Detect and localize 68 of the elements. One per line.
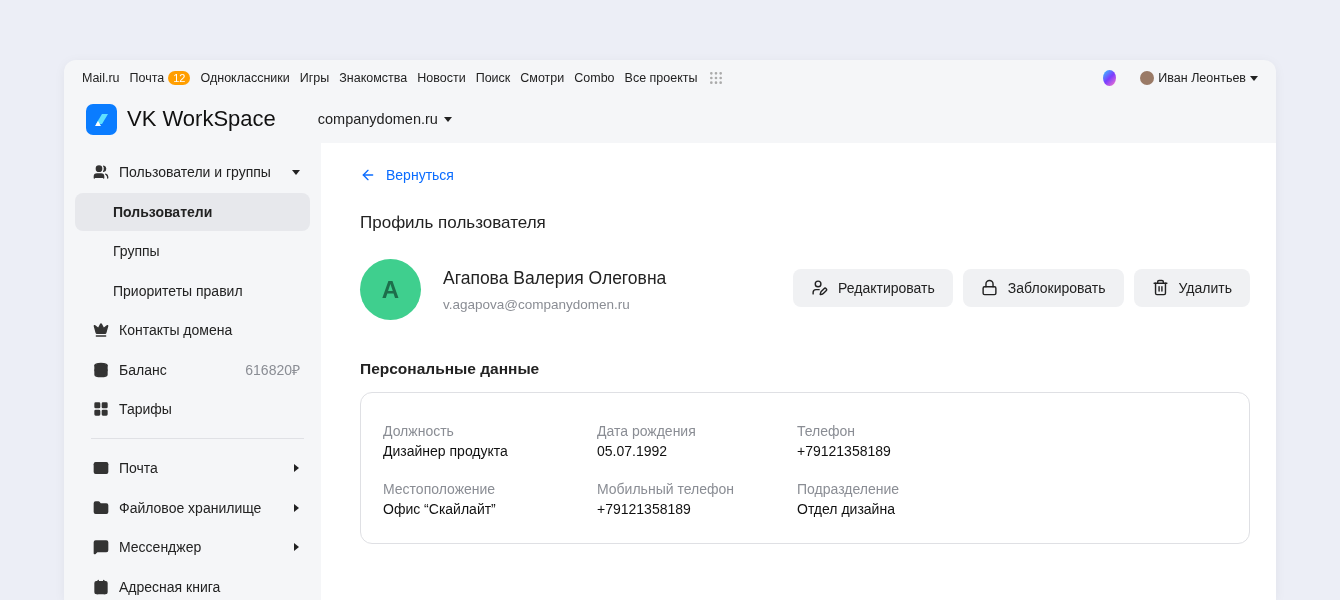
sidebar-item[interactable]: Мессенджер — [75, 528, 310, 566]
action-button[interactable]: Удалить — [1133, 268, 1250, 307]
action-icon — [811, 279, 829, 296]
caret-icon — [1250, 73, 1258, 82]
field-label: Мобильный телефон — [597, 481, 735, 497]
action-button[interactable]: Редактировать — [793, 268, 953, 307]
caret-icon — [443, 115, 452, 123]
field-value: +79121358189 — [597, 501, 692, 517]
portal-link[interactable]: Знакомства — [339, 70, 408, 85]
sidebar-item[interactable]: Пользователи и группы — [75, 153, 310, 191]
user-email: v.agapova@companydomen.ru — [443, 296, 631, 312]
field-label: Дата рождения — [597, 423, 697, 439]
user-menu-button[interactable]: Иван Леонтьев — [1140, 70, 1258, 85]
portal-link[interactable]: Новости — [417, 70, 466, 85]
field-value: 05.07.1992 — [597, 443, 669, 459]
caret-icon — [292, 543, 300, 551]
portal-link[interactable]: Почта 12 — [129, 70, 191, 85]
portal-link[interactable]: Все проекты — [624, 70, 698, 85]
domain-selector[interactable]: companydomen.ru — [311, 110, 458, 128]
sidebar-subitem[interactable]: Приоритеты правил — [75, 271, 310, 310]
field-value: Дизайнер продукта — [383, 443, 509, 459]
sidebar-item-icon — [93, 539, 109, 555]
field-value: +79121358189 — [797, 443, 892, 459]
action-icon — [980, 279, 998, 296]
sidebar-item-icon — [93, 164, 109, 180]
balance-value: 616820₽ — [245, 361, 300, 379]
caret-icon — [292, 464, 300, 472]
portal-link[interactable]: Смотри — [520, 70, 565, 85]
sidebar-item[interactable]: Контакты домена — [75, 311, 310, 349]
sidebar-subitem[interactable]: Группы — [75, 232, 310, 270]
sidebar-item[interactable]: Адресная книга — [75, 567, 310, 600]
portal-link[interactable]: Поиск — [475, 70, 511, 85]
logo-icon — [86, 103, 117, 135]
assistant-orb-icon[interactable] — [1103, 69, 1117, 86]
back-arrow-icon — [360, 167, 376, 183]
avatar-icon — [1140, 70, 1155, 85]
section-title: Персональные данные — [360, 360, 541, 378]
sidebar-item-icon — [93, 361, 109, 378]
portal-link[interactable]: Одноклассники — [200, 70, 290, 85]
field-value: Офис “Скайлайт” — [383, 501, 497, 517]
user-name: Агапова Валерия Олеговна — [443, 267, 668, 289]
sidebar-item[interactable]: Тарифы — [75, 390, 310, 428]
field-label: Местоположение — [383, 481, 497, 497]
field-label: Должность — [383, 423, 455, 439]
sidebar-item[interactable]: Файловое хранилище — [75, 488, 310, 527]
sidebar-item[interactable]: Почта — [75, 449, 310, 487]
sidebar-item-icon — [93, 322, 109, 338]
action-button[interactable]: Заблокировать — [962, 268, 1124, 307]
portal-link[interactable]: Игры — [299, 70, 330, 85]
avatar: А — [360, 259, 421, 320]
field-label: Подразделение — [797, 481, 901, 497]
caret-icon — [292, 168, 300, 176]
portal-link[interactable]: Mail.ru — [82, 70, 120, 85]
sidebar-item-icon — [93, 460, 109, 476]
field-value: Отдел дизайна — [797, 501, 896, 517]
sidebar-item-icon — [93, 499, 109, 516]
sidebar-subitem[interactable]: Пользователи — [75, 192, 310, 231]
sidebar-item[interactable]: Баланс 616820₽ — [75, 350, 310, 389]
sidebar-item-icon — [93, 401, 109, 417]
caret-icon — [292, 503, 300, 512]
portal-link[interactable]: Combo — [574, 70, 615, 85]
back-link[interactable]: Вернуться — [360, 167, 454, 183]
field-label: Телефон — [797, 423, 857, 439]
sidebar-item-icon — [93, 578, 109, 595]
unread-badge: 12 — [168, 70, 191, 85]
logo-text: VK WorkSpace — [127, 106, 276, 132]
page-title: Профиль пользователя — [360, 213, 547, 233]
action-icon — [1151, 279, 1169, 296]
